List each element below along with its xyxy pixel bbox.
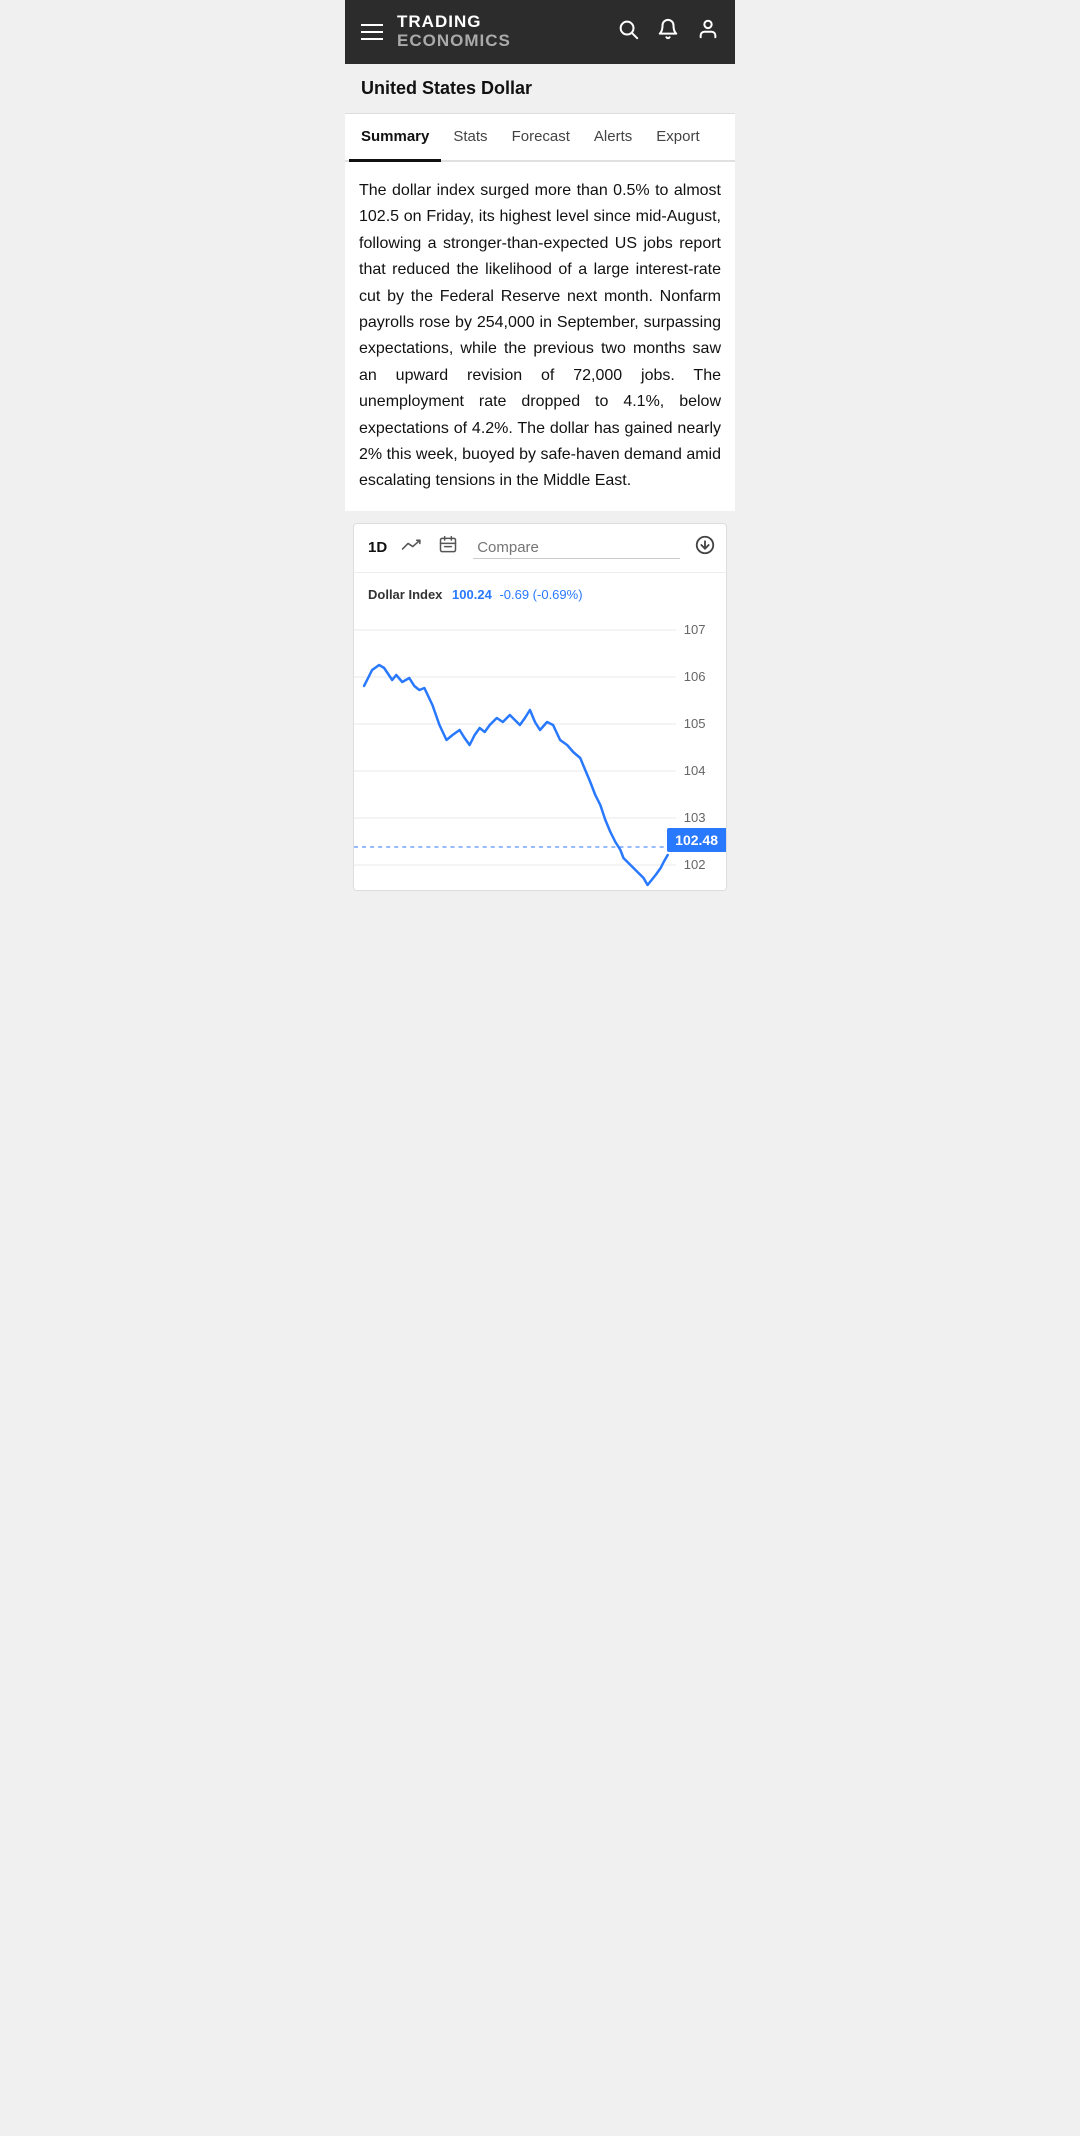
svg-text:104: 104 <box>684 763 706 778</box>
header: TRADING ECONOMICS <box>345 0 735 64</box>
tab-forecast[interactable]: Forecast <box>500 114 582 162</box>
chart-legend: Dollar Index 100.24 -0.69 (-0.69%) <box>354 583 726 610</box>
brand-economics: ECONOMICS <box>397 32 511 51</box>
brand-logo[interactable]: TRADING ECONOMICS <box>397 13 511 50</box>
summary-content: The dollar index surged more than 0.5% t… <box>345 162 735 511</box>
tabs-bar: Summary Stats Forecast Alerts Export <box>345 114 735 162</box>
chart-toolbar-right: ⋮ <box>694 534 727 562</box>
user-icon[interactable] <box>697 18 719 46</box>
compare-input[interactable] <box>473 537 680 559</box>
chart-toolbar-left: 1D <box>368 535 680 560</box>
tab-stats[interactable]: Stats <box>441 114 499 162</box>
index-change: -0.69 (-0.69%) <box>499 587 582 602</box>
svg-text:105: 105 <box>684 716 706 731</box>
brand-trading: TRADING <box>397 13 511 32</box>
index-value: 100.24 <box>452 587 492 602</box>
tab-alerts[interactable]: Alerts <box>582 114 644 162</box>
header-icons <box>617 18 719 46</box>
svg-text:103: 103 <box>684 810 706 825</box>
chart-area: Dollar Index 100.24 -0.69 (-0.69%) .grid… <box>354 573 726 890</box>
svg-text:106: 106 <box>684 669 706 684</box>
chart-svg-wrapper: .grid-line { stroke: #e8e8e8; stroke-wid… <box>354 610 726 890</box>
header-left: TRADING ECONOMICS <box>361 13 511 50</box>
tab-summary[interactable]: Summary <box>349 114 441 162</box>
chart-container: 1D <box>353 523 727 891</box>
svg-text:107: 107 <box>684 622 706 637</box>
calendar-icon[interactable] <box>437 535 459 560</box>
timeframe-label[interactable]: 1D <box>368 539 387 556</box>
svg-text:102: 102 <box>684 857 706 872</box>
search-icon[interactable] <box>617 18 639 46</box>
bell-icon[interactable] <box>657 18 679 46</box>
current-price-badge: 102.48 <box>667 828 726 852</box>
hamburger-menu-button[interactable] <box>361 24 383 40</box>
trend-icon[interactable] <box>401 537 423 558</box>
summary-paragraph: The dollar index surged more than 0.5% t… <box>359 178 721 495</box>
page-title: United States Dollar <box>361 78 719 99</box>
index-name: Dollar Index <box>368 587 442 602</box>
tab-export[interactable]: Export <box>644 114 711 162</box>
download-icon[interactable] <box>694 534 716 562</box>
page-title-bar: United States Dollar <box>345 64 735 114</box>
chart-toolbar: 1D <box>354 524 726 573</box>
